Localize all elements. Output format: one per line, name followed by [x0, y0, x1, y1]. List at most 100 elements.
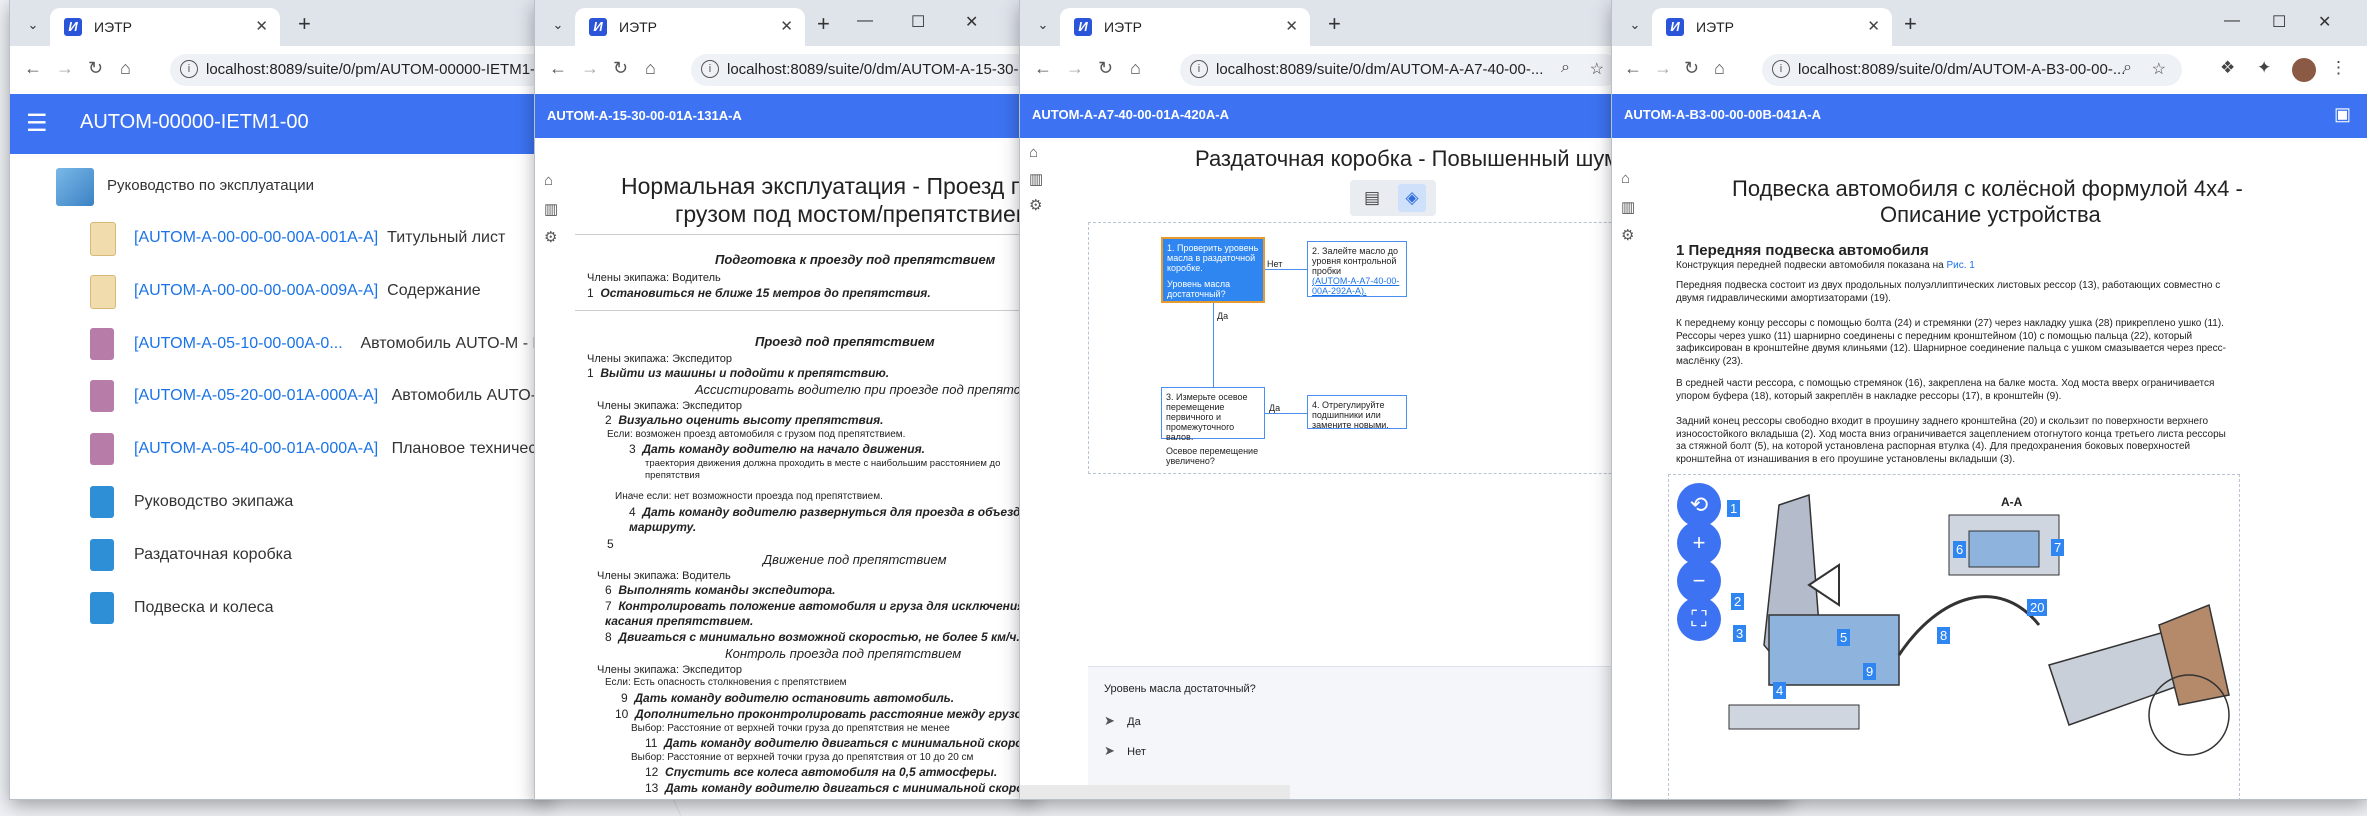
- callout-label: 3: [1733, 625, 1747, 642]
- subsection-heading: Движение под препятствием: [763, 552, 947, 567]
- flow-step-2[interactable]: 2. Залейте масло до уровня контрольной п…: [1307, 241, 1407, 297]
- profile-avatar[interactable]: [2292, 58, 2316, 82]
- tab-search-chevron-icon[interactable]: ⌄: [1624, 14, 1646, 36]
- close-tab-icon[interactable]: ✕: [780, 17, 793, 35]
- tree-item-code[interactable]: [AUTOM-A-05-20-00-01A-000A-A]: [134, 387, 378, 404]
- close-tab-icon[interactable]: ✕: [1867, 17, 1880, 35]
- home-icon[interactable]: ⌂: [1714, 58, 1725, 79]
- publication-tree: Руководство по эксплуатации [AUTOM-A-00-…: [10, 154, 550, 799]
- reload-icon[interactable]: ↻: [88, 58, 103, 79]
- browser-tab[interactable]: И ИЭТР ✕: [1652, 8, 1892, 46]
- back-icon[interactable]: ←: [1034, 58, 1052, 79]
- reload-icon[interactable]: ↻: [1098, 58, 1113, 79]
- flow-step-4[interactable]: 4. Отрегулируйте подшипники или замените…: [1307, 395, 1407, 430]
- fit-screen-icon[interactable]: ⛶: [1677, 597, 1721, 641]
- step-number: 11: [645, 736, 658, 750]
- suspension-figure: [1728, 493, 2230, 756]
- horizontal-scrollbar[interactable]: [1020, 785, 1290, 799]
- minimize-window-icon[interactable]: —: [2224, 12, 2240, 30]
- answer-yes-button[interactable]: ➤ Да: [1104, 713, 1141, 729]
- back-icon[interactable]: ←: [549, 58, 567, 79]
- app-favicon-icon: И: [1074, 18, 1092, 36]
- home-icon[interactable]: ⌂: [120, 58, 131, 79]
- close-window-icon[interactable]: ✕: [2318, 12, 2331, 32]
- flow-step-link[interactable]: (AUTOM-A-A7-40-00-00A-292A-A).: [1312, 276, 1402, 296]
- flow-step-1[interactable]: 1. Проверить уровень масла в раздаточной…: [1161, 237, 1265, 303]
- library-icon[interactable]: ▥: [544, 200, 558, 218]
- bookmark-star-icon[interactable]: ☆: [1590, 59, 1604, 79]
- figure-area: ⟲ + − ⛶ A-A 1 2 3 4 5 6 7 8 9 20: [1668, 474, 2240, 799]
- minimize-window-icon[interactable]: —: [857, 12, 873, 30]
- site-info-icon[interactable]: i: [1772, 60, 1790, 78]
- browser-tab[interactable]: И ИЭТР ✕: [50, 8, 280, 46]
- bookmark-star-icon[interactable]: ☆: [2152, 59, 2166, 79]
- tree-item-title: Содержание: [387, 282, 481, 299]
- extensions-icon[interactable]: ❖: [2220, 58, 2235, 78]
- home-icon[interactable]: ⌂: [1130, 58, 1141, 79]
- address-bar[interactable]: i localhost:8089/suite/0/dm/AUTOM-A-15-3…: [691, 54, 1035, 86]
- address-bar[interactable]: i localhost:8089/suite/0/dm/AUTOM-A-B3-0…: [1762, 54, 2182, 86]
- home-icon[interactable]: ⌂: [544, 172, 553, 189]
- url-text: localhost:8089/suite/0/dm/AUTOM-A-B3-00-…: [1798, 61, 2126, 78]
- forward-icon[interactable]: →: [1654, 58, 1672, 79]
- forward-icon[interactable]: →: [1066, 58, 1084, 79]
- flowchart-view-icon[interactable]: ◈: [1398, 184, 1426, 212]
- tree-folder-label: Подвеска и колеса: [134, 599, 274, 616]
- tab-search-chevron-icon[interactable]: ⌄: [1032, 14, 1054, 36]
- settings-gear-icon[interactable]: ⚙: [1621, 226, 1634, 244]
- paragraph: Передняя подвеска состоит из двух продол…: [1676, 280, 2221, 304]
- home-icon[interactable]: ⌂: [1029, 144, 1038, 161]
- close-tab-icon[interactable]: ✕: [255, 17, 268, 35]
- address-bar[interactable]: i localhost:8089/suite/0/dm/AUTOM-A-A7-4…: [1180, 54, 1620, 86]
- new-tab-icon[interactable]: +: [298, 11, 311, 37]
- step-number: 1: [587, 286, 594, 300]
- back-icon[interactable]: ←: [1624, 58, 1642, 79]
- new-tab-icon[interactable]: +: [1904, 11, 1917, 37]
- home-icon[interactable]: ⌂: [645, 58, 656, 79]
- tree-item-code[interactable]: [AUTOM-A-05-40-00-01A-000A-A]: [134, 440, 378, 457]
- reload-icon[interactable]: ↻: [613, 58, 628, 79]
- home-icon[interactable]: ⌂: [1621, 170, 1630, 187]
- site-info-icon[interactable]: i: [180, 60, 198, 78]
- site-info-icon[interactable]: i: [1190, 60, 1208, 78]
- flow-step-question: Уровень масла достаточный?: [1167, 279, 1231, 299]
- flow-step-3[interactable]: 3. Измерьте осевое перемещение первичног…: [1161, 387, 1265, 466]
- settings-gear-icon[interactable]: ⚙: [544, 228, 557, 246]
- url-text: localhost:8089/suite/0/dm/AUTOM-A-15-30-…: [727, 61, 1035, 78]
- tab-search-chevron-icon[interactable]: ⌄: [22, 14, 44, 36]
- new-tab-icon[interactable]: +: [817, 11, 830, 37]
- menu-icon[interactable]: ☰: [26, 109, 48, 138]
- step-text: Выполнять команды экспедитора.: [618, 583, 836, 597]
- zoom-icon[interactable]: ⌕: [1561, 59, 1570, 77]
- answer-no-button[interactable]: ➤ Нет: [1104, 743, 1146, 759]
- condition-text: Если: Есть опасность столкновения с преп…: [605, 677, 847, 688]
- close-tab-icon[interactable]: ✕: [1285, 17, 1298, 35]
- new-tab-icon[interactable]: +: [1328, 11, 1341, 37]
- library-icon[interactable]: ▥: [1621, 198, 1635, 216]
- tree-item-code[interactable]: [AUTOM-A-00-00-00-00A-009A-A]: [134, 282, 378, 299]
- site-info-icon[interactable]: i: [701, 60, 719, 78]
- back-icon[interactable]: ←: [24, 58, 42, 79]
- maximize-window-icon[interactable]: ☐: [2272, 12, 2286, 32]
- save-icon[interactable]: ▣: [2334, 104, 2351, 125]
- reload-icon[interactable]: ↻: [1684, 58, 1699, 79]
- library-icon[interactable]: ▥: [1029, 170, 1043, 188]
- maximize-window-icon[interactable]: ☐: [911, 12, 925, 32]
- text-view-icon[interactable]: ▤: [1358, 184, 1386, 212]
- zoom-icon[interactable]: ⌕: [2123, 59, 2132, 77]
- forward-icon[interactable]: →: [56, 58, 74, 79]
- tree-item-code[interactable]: [AUTOM-A-00-00-00-00A-001A-A]: [134, 229, 378, 246]
- navigation-bar: ← → ↻ ⌂ i localhost:8089/suite/0/dm/AUTO…: [535, 46, 1035, 95]
- browser-tab[interactable]: И ИЭТР ✕: [575, 8, 805, 46]
- forward-icon[interactable]: →: [581, 58, 599, 79]
- tab-search-chevron-icon[interactable]: ⌄: [547, 14, 569, 36]
- browser-menu-icon[interactable]: ⋮: [2330, 58, 2347, 78]
- address-bar[interactable]: i localhost:8089/suite/0/pm/AUTOM-00000-…: [170, 54, 550, 86]
- tree-item-code[interactable]: [AUTOM-A-05-10-00-00A-0...: [134, 335, 343, 352]
- browser-tab[interactable]: И ИЭТР ✕: [1060, 8, 1310, 46]
- puzzle-icon[interactable]: ✦: [2257, 58, 2271, 78]
- step-text: Дать команду водителю остановить автомоб…: [634, 691, 955, 705]
- close-window-icon[interactable]: ✕: [965, 12, 978, 32]
- settings-gear-icon[interactable]: ⚙: [1029, 196, 1042, 214]
- figure-link[interactable]: Рис. 1: [1946, 260, 1974, 271]
